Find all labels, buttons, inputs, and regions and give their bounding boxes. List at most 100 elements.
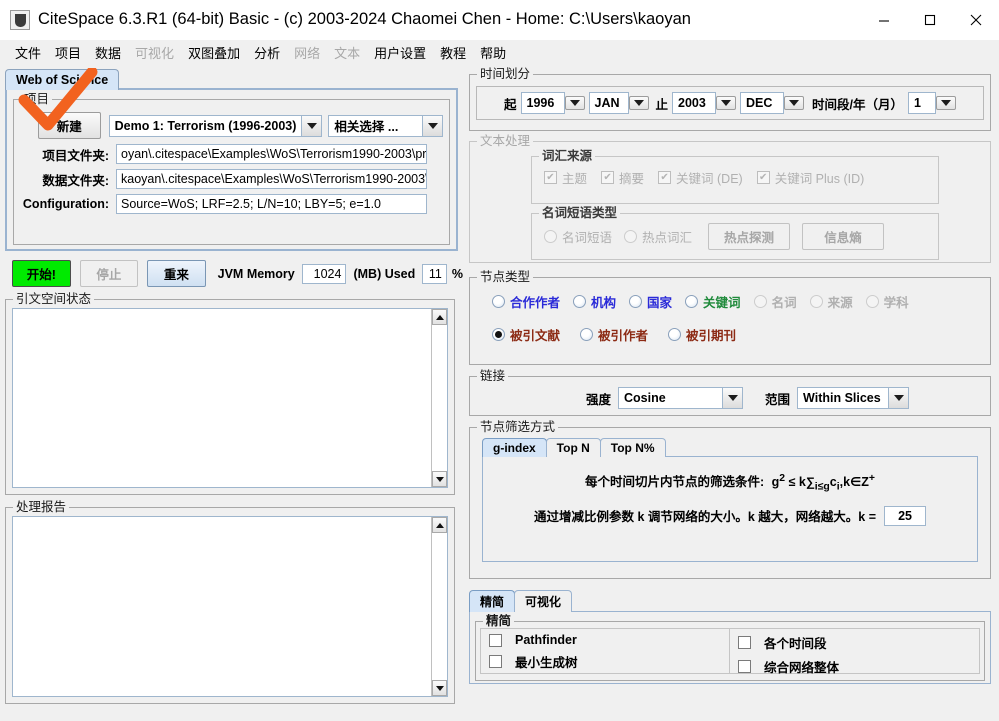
- checkbox-pruning-merged-network[interactable]: 综合网络整体: [738, 657, 971, 676]
- radio-noun-label: 名词: [771, 296, 797, 310]
- menu-tutorials[interactable]: 教程: [433, 41, 473, 64]
- from-month-chevron-down-icon[interactable]: [628, 96, 649, 110]
- radio-icon[interactable]: [573, 295, 587, 308]
- reset-button[interactable]: 重来: [147, 260, 206, 287]
- node-types-title: 节点类型: [477, 270, 534, 284]
- pruning-right-column: 各个时间段 综合网络整体: [730, 628, 980, 676]
- maximize-button[interactable]: [907, 0, 953, 40]
- chevron-down-icon[interactable]: [888, 388, 909, 408]
- checkbox-icon[interactable]: [738, 660, 751, 673]
- jvm-memory-value: 1024: [301, 263, 347, 284]
- chevron-down-icon[interactable]: [422, 115, 442, 136]
- process-report-area[interactable]: [12, 516, 448, 697]
- scroll-down-icon[interactable]: [432, 471, 447, 487]
- checkbox-author-keywords: ✔ 关键词 (DE): [658, 168, 743, 187]
- start-button[interactable]: 开始!: [12, 260, 71, 287]
- minimize-button[interactable]: [861, 0, 907, 40]
- radio-cited-reference[interactable]: 被引文献: [492, 325, 560, 344]
- scroll-up-icon[interactable]: [432, 517, 447, 533]
- from-month-combo[interactable]: JAN: [588, 92, 629, 114]
- radio-country-label: 国家: [647, 296, 673, 310]
- radio-category: 学科: [865, 292, 909, 311]
- radio-icon-selected[interactable]: [492, 328, 505, 341]
- citation-space-status-text[interactable]: [13, 309, 431, 487]
- checkbox-icon[interactable]: [489, 633, 502, 647]
- from-year-chevron-down-icon[interactable]: [564, 96, 585, 110]
- checkbox-icon[interactable]: [489, 655, 502, 668]
- process-report-text[interactable]: [13, 517, 431, 696]
- to-year-combo[interactable]: 2003: [672, 92, 717, 114]
- links-group: 链接 强度 Cosine 范围 Within Slices: [469, 369, 991, 416]
- window-controls: [861, 0, 999, 40]
- check-icon: ✔: [658, 171, 672, 184]
- menu-project[interactable]: 项目: [48, 41, 88, 64]
- strength-label: 强度: [586, 392, 612, 407]
- tab-top-n[interactable]: Top N: [545, 438, 601, 457]
- menu-bar: 文件 项目 数据 可视化 双图叠加 分析 网络 文本 用户设置 教程 帮助: [0, 40, 999, 64]
- checkbox-title: ✔ 主题: [544, 168, 587, 187]
- scroll-track[interactable]: [432, 325, 447, 471]
- links-title: 链接: [477, 369, 509, 383]
- pruning-group-title: 精简: [483, 614, 515, 628]
- radio-icon[interactable]: [492, 295, 505, 308]
- tab-pruning[interactable]: 精简: [469, 590, 516, 612]
- years-per-slice-chevron-down-icon[interactable]: [936, 96, 956, 110]
- radio-cited-author[interactable]: 被引作者: [580, 325, 648, 344]
- radio-icon[interactable]: [685, 295, 699, 308]
- to-month-combo[interactable]: DEC: [740, 92, 785, 114]
- project-combo[interactable]: Demo 1: Terrorism (1996-2003): [108, 114, 323, 137]
- process-report-scrollbar[interactable]: [431, 517, 447, 696]
- scroll-up-icon[interactable]: [432, 309, 447, 325]
- formula-plus: +: [868, 472, 875, 484]
- radio-icon[interactable]: [629, 295, 643, 308]
- menu-data[interactable]: 数据: [88, 41, 128, 64]
- tab-top-n-percent[interactable]: Top N%: [599, 438, 666, 457]
- g-index-k-field[interactable]: 25: [884, 505, 927, 526]
- checkbox-icon[interactable]: [738, 636, 751, 649]
- scroll-track[interactable]: [432, 533, 447, 680]
- tab-web-of-science[interactable]: Web of Science: [5, 69, 120, 90]
- pruning-options: Pathfinder 最小生成树 各个时间段 综合网络整体: [480, 628, 980, 676]
- checkbox-minimum-spanning-tree[interactable]: 最小生成树: [489, 652, 721, 671]
- citation-space-status-area[interactable]: [12, 308, 448, 488]
- related-select-value: 相关选择 ...: [334, 120, 399, 134]
- radio-category-label: 学科: [883, 296, 909, 310]
- check-icon: ✔: [756, 171, 770, 184]
- menu-preferences[interactable]: 用户设置: [367, 41, 433, 64]
- menu-dual-map-overlay[interactable]: 双图叠加: [181, 41, 247, 64]
- radio-collaboration-author[interactable]: 合作作者: [492, 292, 560, 311]
- menu-analysis[interactable]: 分析: [247, 41, 287, 64]
- years-per-slice-combo[interactable]: 1: [908, 92, 936, 114]
- to-year-chevron-down-icon[interactable]: [716, 96, 737, 110]
- radio-icon[interactable]: [580, 328, 594, 341]
- scroll-down-icon[interactable]: [432, 680, 447, 696]
- citation-space-status-scrollbar[interactable]: [431, 309, 447, 487]
- menu-file[interactable]: 文件: [8, 41, 48, 64]
- to-month-chevron-down-icon[interactable]: [784, 96, 805, 110]
- radio-keyword[interactable]: 关键词: [685, 292, 741, 311]
- strength-combo[interactable]: Cosine: [618, 387, 744, 409]
- chevron-down-icon[interactable]: [301, 115, 322, 136]
- radio-cited-journal[interactable]: 被引期刊: [668, 325, 736, 344]
- menu-help[interactable]: 帮助: [473, 41, 513, 64]
- term-source-options: ✔ 主题 ✔ 摘要 ✔ 关键词 (DE) ✔ 关键词 Plus (ID): [538, 168, 932, 187]
- checkbox-pathfinder[interactable]: Pathfinder: [489, 633, 721, 647]
- radio-country[interactable]: 国家: [629, 292, 672, 311]
- scope-combo[interactable]: Within Slices: [797, 387, 910, 409]
- from-year-combo[interactable]: 1996: [520, 92, 565, 114]
- tab-g-index[interactable]: g-index: [482, 438, 547, 457]
- radio-institution[interactable]: 机构: [573, 292, 616, 311]
- pruning-tabstrip: 精简 可视化: [469, 590, 991, 612]
- checkbox-pruning-sliced-networks[interactable]: 各个时间段: [738, 633, 971, 652]
- radio-source-label: 来源: [827, 296, 853, 310]
- data-folder-field[interactable]: kaoyan\.citespace\Examples\WoS\Terrorism…: [116, 169, 427, 189]
- tab-visualization[interactable]: 可视化: [514, 590, 573, 612]
- term-source-title: 词汇来源: [539, 149, 596, 163]
- new-project-button[interactable]: 新建: [38, 112, 101, 139]
- checkbox-title-label: 主题: [562, 172, 588, 186]
- radio-icon[interactable]: [668, 328, 682, 341]
- chevron-down-icon[interactable]: [722, 388, 743, 408]
- close-button[interactable]: [953, 0, 999, 40]
- project-folder-field[interactable]: oyan\.citespace\Examples\WoS\Terrorism19…: [116, 144, 427, 164]
- related-select-combo[interactable]: 相关选择 ...: [328, 114, 443, 137]
